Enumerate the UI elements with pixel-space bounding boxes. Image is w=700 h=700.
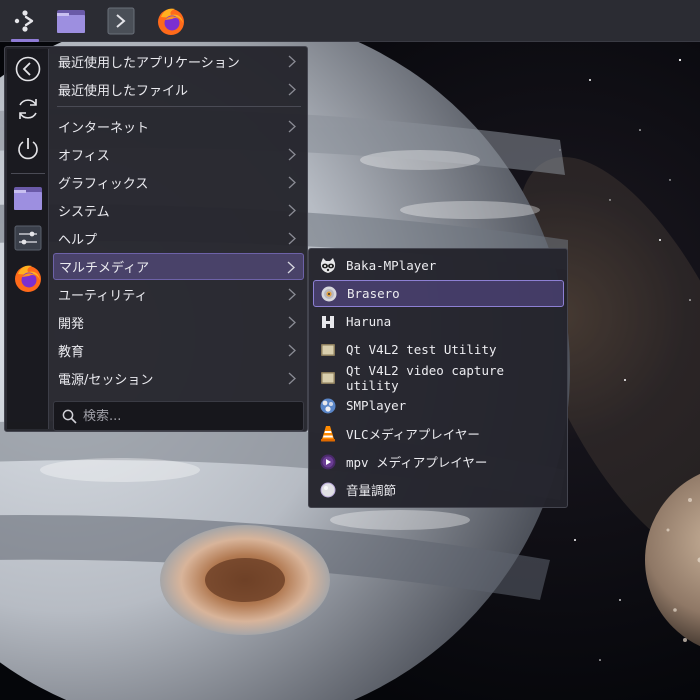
app-mpv[interactable]: mpv メディアプレイヤー <box>313 448 564 475</box>
category-recent-applications[interactable]: 最近使用したアプリケーション <box>53 48 304 75</box>
chevron-right-icon <box>288 232 296 245</box>
category-label: ヘルプ <box>58 233 98 248</box>
app-label: mpv メディアプレイヤー <box>346 455 488 470</box>
favorite-system-settings[interactable] <box>11 221 45 255</box>
disc-icon <box>320 285 338 303</box>
chevron-right-icon <box>288 55 296 68</box>
taskbar-firefox-button[interactable] <box>154 4 188 38</box>
category-label: 開発 <box>58 317 85 332</box>
category-utilities[interactable]: ユーティリティ <box>53 281 304 308</box>
kde-launcher-icon <box>14 10 34 32</box>
category-label: 最近使用したアプリケーション <box>58 56 240 71</box>
chevron-right-icon <box>288 176 296 189</box>
search-icon <box>62 409 77 424</box>
refresh-button[interactable] <box>11 92 45 126</box>
folder-icon <box>57 10 85 33</box>
chevron-right-icon <box>288 372 296 385</box>
search-input[interactable] <box>83 408 283 424</box>
firefox-icon <box>15 265 41 292</box>
chevron-right-icon <box>287 261 295 274</box>
vlc-cone-icon <box>319 425 337 443</box>
app-label: Qt V4L2 test Utility <box>346 342 497 357</box>
app-baka-mplayer[interactable]: Baka-MPlayer <box>313 252 564 279</box>
category-separator <box>57 106 301 107</box>
app-volume-control[interactable]: 音量調節 <box>313 476 564 503</box>
back-arrow-icon <box>15 56 41 82</box>
taskbar-file-manager-button[interactable] <box>54 4 88 38</box>
menu-search-box[interactable] <box>53 401 304 431</box>
category-help[interactable]: ヘルプ <box>53 225 304 252</box>
terminal-icon <box>107 7 135 35</box>
favorite-file-manager[interactable] <box>11 181 45 215</box>
category-label: 教育 <box>58 345 85 360</box>
category-development[interactable]: 開発 <box>53 309 304 336</box>
chevron-right-icon <box>288 344 296 357</box>
category-multimedia[interactable]: マルチメディア <box>53 253 304 280</box>
category-label: システム <box>58 205 110 220</box>
category-system[interactable]: システム <box>53 197 304 224</box>
app-brasero[interactable]: Brasero <box>313 280 564 307</box>
mpv-icon <box>319 453 337 471</box>
monitor-icon <box>319 369 337 387</box>
app-label: Qt V4L2 video capture utility <box>345 362 505 393</box>
chevron-right-icon <box>288 148 296 161</box>
category-power-session[interactable]: 電源/セッション <box>53 365 304 392</box>
favorite-firefox[interactable] <box>11 261 45 295</box>
chevron-right-icon <box>288 204 296 217</box>
haruna-icon <box>319 313 337 331</box>
application-menu: 最近使用したアプリケーション 最近使用したファイル インターネット オフィス グ… <box>4 46 308 432</box>
chevron-right-icon <box>288 83 296 96</box>
sidebar-separator <box>11 173 45 174</box>
smplayer-icon <box>319 397 337 415</box>
settings-icon <box>14 225 42 251</box>
chevron-right-icon <box>288 316 296 329</box>
power-button[interactable] <box>11 132 45 166</box>
category-graphics[interactable]: グラフィックス <box>53 169 304 196</box>
category-label: ユーティリティ <box>58 289 148 304</box>
category-recent-files[interactable]: 最近使用したファイル <box>53 76 304 103</box>
app-label: Brasero <box>347 286 400 301</box>
app-vlc[interactable]: VLCメディアプレイヤー <box>313 420 564 447</box>
back-button[interactable] <box>11 52 45 86</box>
top-panel <box>0 0 700 42</box>
refresh-icon <box>19 99 37 119</box>
menu-sidebar <box>7 49 49 429</box>
app-label: VLCメディアプレイヤー <box>346 427 480 442</box>
category-internet[interactable]: インターネット <box>53 113 304 140</box>
app-qt-v4l2-capture[interactable]: Qt V4L2 video capture utility <box>313 362 564 393</box>
application-launcher-button[interactable] <box>8 4 42 42</box>
category-office[interactable]: オフィス <box>53 141 304 168</box>
app-label: 音量調節 <box>346 483 397 498</box>
app-haruna[interactable]: Haruna <box>313 308 564 335</box>
category-label: オフィス <box>58 149 110 164</box>
category-label: 最近使用したファイル <box>58 84 189 99</box>
app-smplayer[interactable]: SMPlayer <box>313 392 564 419</box>
app-label: Haruna <box>346 314 392 329</box>
chevron-right-icon <box>288 288 296 301</box>
category-label: インターネット <box>58 121 150 136</box>
category-label: マルチメディア <box>59 261 150 276</box>
raccoon-icon <box>319 257 337 275</box>
monitor-icon <box>319 341 337 359</box>
category-label: 電源/セッション <box>58 373 154 388</box>
app-label: SMPlayer <box>346 398 407 413</box>
app-qt-v4l2-test[interactable]: Qt V4L2 test Utility <box>313 336 564 363</box>
chevron-right-icon <box>288 120 296 133</box>
app-label: Baka-MPlayer <box>346 258 437 273</box>
firefox-icon <box>158 8 184 35</box>
multimedia-submenu: Baka-MPlayer Brasero Haruna Qt V4L2 test… <box>308 248 568 508</box>
category-education[interactable]: 教育 <box>53 337 304 364</box>
folder-icon <box>14 187 42 210</box>
category-label: グラフィックス <box>58 177 149 192</box>
power-icon <box>18 138 38 160</box>
volume-icon <box>319 481 337 499</box>
taskbar-terminal-button[interactable] <box>104 4 138 38</box>
